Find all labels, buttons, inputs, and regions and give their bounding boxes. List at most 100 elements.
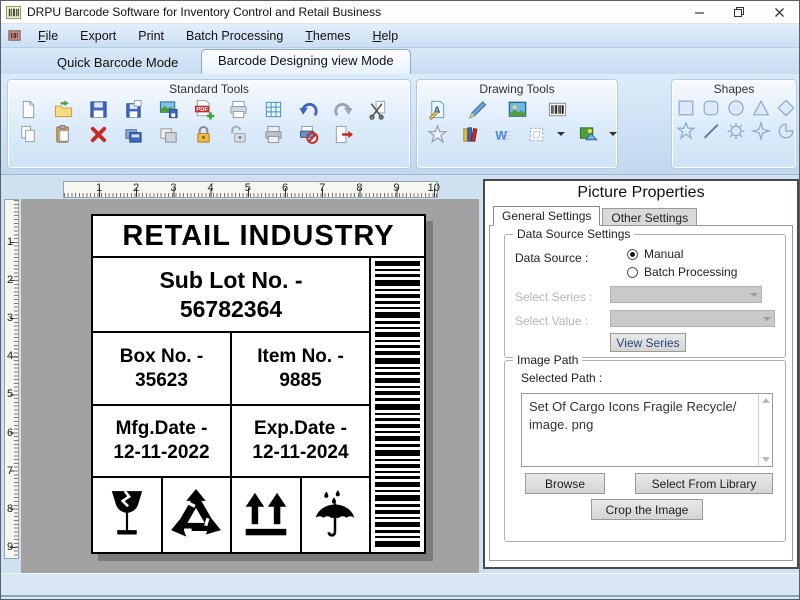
label-row-dates: Mfg.Date - 12-11-2022 Exp.Date - 12-11-2…	[93, 406, 369, 478]
undo-icon	[298, 102, 318, 116]
add-text-button[interactable]: A	[425, 97, 449, 121]
ruler-number: 1	[7, 236, 14, 248]
paste-button[interactable]	[51, 122, 75, 146]
grid-view-button[interactable]	[261, 97, 285, 121]
seal-shape-button[interactable]	[725, 120, 747, 142]
line-shape-button[interactable]	[700, 120, 722, 142]
this-side-up-cell[interactable]	[230, 478, 300, 552]
redo-icon	[333, 102, 353, 116]
view-series-button[interactable]: View Series	[610, 333, 686, 352]
barcode-bar	[375, 530, 420, 533]
crop-the-image-button[interactable]: Crop the Image	[591, 499, 703, 520]
menu-item-help[interactable]: Help	[361, 26, 409, 46]
rounded-rectangle-shape-button[interactable]	[700, 97, 722, 119]
add-shape-button[interactable]	[425, 122, 449, 146]
exp-date-cell[interactable]: Exp.Date - 12-11-2024	[230, 406, 369, 476]
export-pdf-button[interactable]: PDF	[191, 97, 215, 121]
cancel-print-icon	[299, 125, 318, 144]
library-button[interactable]	[458, 122, 482, 146]
select-value-label: Select Value :	[515, 314, 589, 328]
delete-button[interactable]	[86, 122, 110, 146]
new-document-button[interactable]	[16, 97, 40, 121]
triangle-shape-button[interactable]	[750, 97, 772, 119]
close-icon	[774, 7, 784, 17]
cut-button[interactable]	[366, 97, 390, 121]
ellipse-icon	[728, 100, 744, 116]
design-canvas[interactable]: RETAIL INDUSTRY Sub Lot No. - 56782364 B…	[21, 199, 479, 573]
duplicate-object-button[interactable]	[156, 122, 180, 146]
frame-dropdown-caret-icon[interactable]	[557, 132, 565, 136]
box-no-cell[interactable]: Box No. - 35623	[93, 333, 230, 404]
radio-manual-icon[interactable]	[627, 248, 638, 260]
save-button[interactable]	[86, 97, 110, 121]
restore-button[interactable]	[719, 1, 759, 23]
minimize-button[interactable]	[679, 1, 719, 23]
fragile-cell[interactable]	[93, 478, 161, 552]
watermark-button[interactable]: W	[491, 122, 515, 146]
radio-batch-processing[interactable]: Batch Processing	[627, 265, 737, 279]
tab-quick-barcode-mode[interactable]: Quick Barcode Mode	[47, 53, 188, 72]
menu-item-batch-processing[interactable]: Batch Processing	[175, 26, 294, 46]
add-barcode-button[interactable]	[545, 97, 569, 121]
barcode-label[interactable]: RETAIL INDUSTRY Sub Lot No. - 56782364 B…	[91, 214, 426, 554]
radio-batch-processing-icon[interactable]	[627, 266, 638, 278]
menu-item-file[interactable]: File	[27, 26, 69, 46]
keep-dry-cell[interactable]	[299, 478, 370, 552]
menu-item-export[interactable]: Export	[69, 26, 127, 46]
print-preview-button[interactable]	[261, 122, 285, 146]
barcode-bar	[375, 307, 420, 309]
four-point-star-shape-button[interactable]	[750, 120, 772, 142]
ruler-number: 6	[7, 426, 14, 439]
copy-object-button[interactable]	[121, 122, 145, 146]
grid-view-icon	[265, 101, 281, 117]
tab-other-settings[interactable]: Other Settings	[602, 208, 698, 226]
undo-button[interactable]	[296, 97, 320, 121]
open-file-button[interactable]	[51, 97, 75, 121]
barcode-bar	[375, 269, 420, 271]
drawing-tools-row-2: W	[417, 121, 617, 146]
mfg-date-cell[interactable]: Mfg.Date - 12-11-2022	[93, 406, 230, 476]
close-button[interactable]	[759, 1, 799, 23]
select-from-library-button[interactable]: Select From Library	[635, 473, 773, 494]
gallery-dropdown-caret-icon[interactable]	[609, 132, 617, 136]
label-title[interactable]: RETAIL INDUSTRY	[93, 216, 424, 258]
lock-button[interactable]	[191, 122, 215, 146]
redo-button[interactable]	[331, 97, 355, 121]
recycle-cell[interactable]	[160, 478, 231, 552]
unlock-button[interactable]	[226, 122, 250, 146]
picture-properties-panel: Picture Properties General Settings Othe…	[483, 179, 799, 569]
scroll-up-icon[interactable]	[762, 398, 770, 403]
print-button[interactable]	[226, 97, 250, 121]
exit-button[interactable]	[331, 122, 355, 146]
triangle-icon	[752, 99, 770, 116]
tab-general-settings[interactable]: General Settings	[493, 206, 601, 226]
copy-button[interactable]	[16, 122, 40, 146]
path-scrollbar[interactable]	[758, 394, 772, 466]
tab-barcode-designing-view-mode[interactable]: Barcode Designing view Mode	[201, 49, 411, 74]
selected-path-box[interactable]: Set Of Cargo Icons Fragile Recycle/ imag…	[521, 393, 773, 467]
cancel-print-button[interactable]	[296, 122, 320, 146]
pie-shape-button[interactable]	[775, 120, 797, 142]
add-picture-button[interactable]	[505, 97, 529, 121]
select-series-dropdown[interactable]	[610, 286, 762, 303]
frame-button[interactable]	[524, 122, 548, 146]
image-gallery-button[interactable]	[576, 122, 600, 146]
menu-item-themes[interactable]: Themes	[294, 26, 361, 46]
star-shape-button[interactable]	[675, 120, 697, 142]
label-left-column: Sub Lot No. - 56782364 Box No. - 35623 I…	[93, 258, 369, 552]
scroll-down-icon[interactable]	[762, 457, 770, 462]
menu-item-print[interactable]: Print	[127, 26, 175, 46]
save-image-button[interactable]	[156, 97, 180, 121]
save-all-button[interactable]	[121, 97, 145, 121]
select-value-dropdown[interactable]	[610, 310, 775, 327]
radio-batch-processing-label: Batch Processing	[644, 265, 738, 279]
sub-lot-cell[interactable]: Sub Lot No. - 56782364	[93, 258, 369, 331]
barcode[interactable]	[369, 258, 424, 552]
rectangle-shape-button[interactable]	[675, 97, 697, 119]
diamond-shape-button[interactable]	[775, 97, 797, 119]
item-no-cell[interactable]: Item No. - 9885	[230, 333, 369, 404]
ellipse-shape-button[interactable]	[725, 97, 747, 119]
browse-button[interactable]: Browse	[525, 473, 605, 494]
radio-manual[interactable]: Manual	[627, 247, 683, 261]
pencil-button[interactable]	[465, 97, 489, 121]
